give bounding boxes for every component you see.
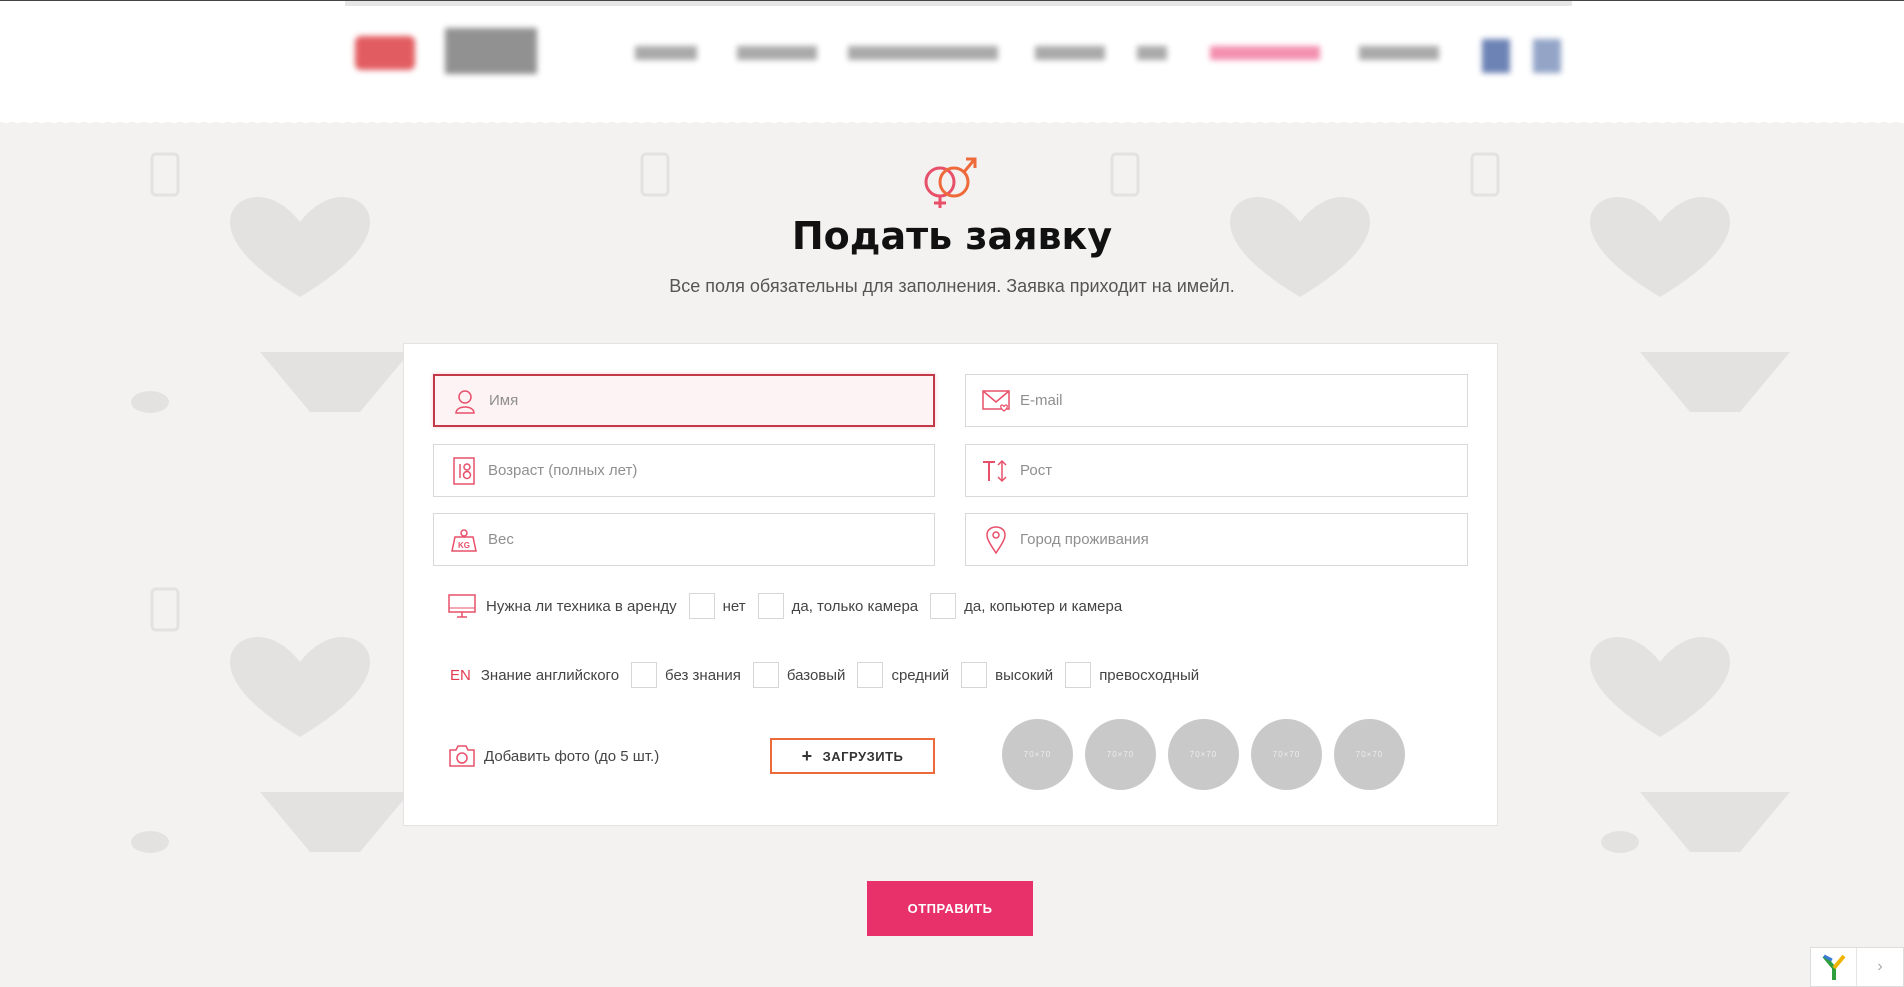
svg-text:KG: KG <box>458 541 470 550</box>
checkbox[interactable] <box>1065 662 1092 688</box>
phone-pattern-icon <box>150 587 180 632</box>
english-label: Знание английского <box>480 666 620 684</box>
photo-placeholder[interactable]: 70×70 <box>1085 719 1156 790</box>
nav-item[interactable] <box>848 46 998 60</box>
site-header <box>0 0 1904 122</box>
age-field[interactable] <box>433 444 935 497</box>
checkbox[interactable] <box>631 662 658 688</box>
gender-symbols-icon <box>924 157 977 208</box>
lingerie-pattern-icon <box>260 352 410 412</box>
logo-text[interactable] <box>445 28 537 74</box>
photos-row: Добавить фото (до 5 шт.) <box>448 744 671 768</box>
photo-placeholder[interactable]: 70×70 <box>1168 719 1239 790</box>
checkbox[interactable] <box>930 593 957 619</box>
height-field[interactable] <box>965 444 1468 497</box>
english-option-basic[interactable]: базовый <box>752 662 845 688</box>
camera-icon <box>448 744 476 768</box>
photos-label: Добавить фото (до 5 шт.) <box>484 747 660 765</box>
lingerie-pattern-icon <box>1640 792 1790 852</box>
equipment-option-camera[interactable]: да, только камера <box>757 593 918 619</box>
eighteen-icon <box>450 456 478 485</box>
monitor-icon <box>448 594 476 618</box>
nav-item[interactable] <box>1035 46 1105 60</box>
map-pin-icon <box>982 525 1010 554</box>
user-icon <box>451 387 479 415</box>
city-field[interactable] <box>965 513 1468 566</box>
top-border <box>0 0 1904 1</box>
nav-item[interactable] <box>1359 46 1439 60</box>
english-option-high[interactable]: высокий <box>961 662 1053 688</box>
social-icon[interactable] <box>1482 39 1510 73</box>
checkbox[interactable] <box>961 662 988 688</box>
weight-input[interactable] <box>488 514 934 565</box>
equipment-option-computer-camera[interactable]: да, копьютер и камера <box>930 593 1122 619</box>
name-input[interactable] <box>489 376 933 425</box>
photo-placeholder[interactable]: 70×70 <box>1251 719 1322 790</box>
header-zigzag-edge <box>0 117 1904 127</box>
social-icon[interactable] <box>1533 39 1561 73</box>
city-input[interactable] <box>1020 514 1467 565</box>
chevron-right-icon[interactable]: › <box>1857 958 1903 976</box>
lips-pattern-icon <box>131 831 169 853</box>
name-field[interactable] <box>433 374 935 427</box>
lips-pattern-icon <box>131 391 169 413</box>
envelope-heart-icon <box>982 387 1010 415</box>
nav-item[interactable] <box>635 46 697 60</box>
email-field[interactable] <box>965 374 1468 427</box>
plus-icon: + <box>801 746 813 766</box>
heart-pattern-icon <box>230 637 370 737</box>
equipment-label: Нужна ли техника в аренду <box>486 597 677 615</box>
lips-pattern-icon <box>1601 831 1639 853</box>
weight-kg-icon: KG <box>450 526 478 554</box>
checkbox[interactable] <box>688 593 715 619</box>
nav-item[interactable] <box>1210 46 1320 60</box>
logo-mark[interactable] <box>355 36 415 70</box>
checkbox[interactable] <box>857 662 884 688</box>
age-input[interactable] <box>488 445 934 496</box>
corner-widget[interactable]: › <box>1810 947 1904 987</box>
page-subtitle: Все поля обязательны для заполнения. Зая… <box>669 276 1235 296</box>
phone-pattern-icon <box>1470 152 1500 197</box>
heart-pattern-icon <box>1590 637 1730 737</box>
en-icon: EN <box>450 666 471 684</box>
header-bar <box>345 0 1572 110</box>
height-input[interactable] <box>1020 445 1467 496</box>
weight-field[interactable]: KG <box>433 513 935 566</box>
checkbox[interactable] <box>752 662 779 688</box>
email-input[interactable] <box>1020 375 1467 426</box>
lingerie-pattern-icon <box>1640 352 1790 412</box>
photo-placeholder[interactable]: 70×70 <box>1002 719 1073 790</box>
photo-placeholder[interactable]: 70×70 <box>1334 719 1405 790</box>
browser-logo-icon <box>1811 948 1857 986</box>
nav-item[interactable] <box>1137 46 1167 60</box>
english-option-intermediate[interactable]: средний <box>857 662 949 688</box>
height-icon <box>982 457 1010 485</box>
english-option-none[interactable]: без знания <box>631 662 741 688</box>
english-option-excellent[interactable]: превосходный <box>1065 662 1199 688</box>
page-title: Подать заявку <box>791 214 1113 258</box>
checkbox[interactable] <box>757 593 784 619</box>
upload-button[interactable]: + ЗАГРУЗИТЬ <box>770 738 935 774</box>
phone-pattern-icon <box>640 152 670 197</box>
english-row: EN Знание английского без знания базовый… <box>450 662 1211 688</box>
submit-button[interactable]: ОТПРАВИТЬ <box>867 881 1033 936</box>
nav-item[interactable] <box>737 46 817 60</box>
equipment-option-no[interactable]: нет <box>688 593 746 619</box>
phone-pattern-icon <box>150 152 180 197</box>
lingerie-pattern-icon <box>260 792 410 852</box>
phone-pattern-icon <box>1110 152 1140 197</box>
equipment-row: Нужна ли техника в аренду нет да, только… <box>448 593 1134 619</box>
